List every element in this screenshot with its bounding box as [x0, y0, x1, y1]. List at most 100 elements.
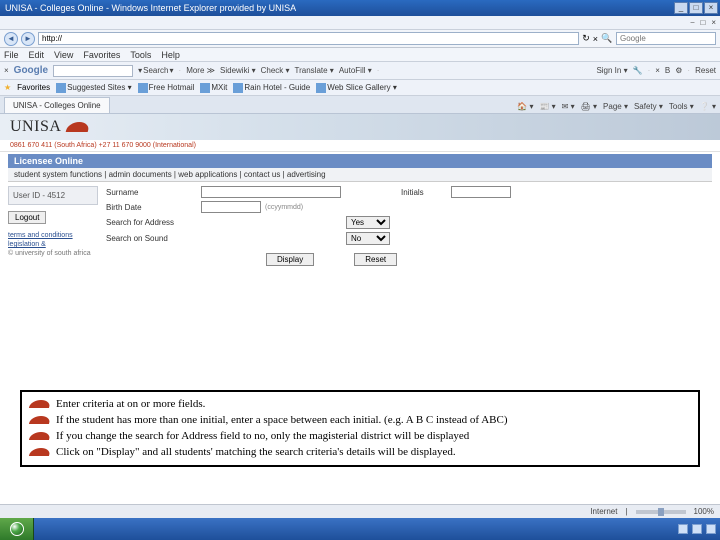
site-icon: [138, 83, 148, 93]
close-button[interactable]: ×: [704, 2, 718, 14]
sub-nav: student system functions | admin documen…: [8, 168, 712, 182]
google-search-button[interactable]: ▾ Search ▾: [138, 66, 173, 75]
toolbar-translate[interactable]: Translate ▾: [295, 66, 334, 75]
fav-rain[interactable]: Rain Hotel - Guide: [233, 83, 310, 93]
menu-edit[interactable]: Edit: [29, 50, 45, 60]
info-min-icon[interactable]: ⎯: [690, 18, 694, 28]
cmd-help[interactable]: ❔ ▾: [700, 102, 716, 111]
maximize-button[interactable]: □: [689, 2, 703, 14]
tray-icon[interactable]: [706, 524, 716, 534]
cmd-home[interactable]: 🏠 ▾: [517, 102, 533, 111]
user-id-box: User ID - 4512: [8, 186, 98, 205]
cmd-print[interactable]: 🖨 ▾: [581, 102, 597, 111]
menu-file[interactable]: File: [4, 50, 19, 60]
toolbar-reset[interactable]: Reset: [695, 66, 716, 75]
forward-button[interactable]: ►: [21, 32, 35, 46]
url-input[interactable]: [38, 32, 579, 45]
system-tray: [678, 524, 720, 534]
select-search-address[interactable]: Yes: [346, 216, 390, 229]
site-icon: [200, 83, 210, 93]
cmd-feeds[interactable]: 📰 ▾: [539, 102, 555, 111]
bullet-icon: [29, 432, 51, 440]
start-button[interactable]: [0, 518, 34, 540]
instruction-box: Enter criteria at on or more fields. If …: [20, 390, 700, 467]
label-search-address: Search for Address: [106, 218, 346, 227]
taskbar: [0, 518, 720, 540]
fav-hotmail[interactable]: Free Hotmail: [138, 83, 195, 93]
swoosh-icon: [66, 122, 91, 132]
cmd-page[interactable]: Page ▾: [603, 102, 628, 111]
cmd-mail[interactable]: ✉ ▾: [562, 102, 575, 111]
copyright: © university of south africa: [8, 250, 98, 257]
bullet-icon: [29, 416, 51, 424]
menu-help[interactable]: Help: [161, 50, 180, 60]
status-divider: |: [625, 507, 627, 516]
toolbar-more[interactable]: More ≫: [186, 66, 215, 75]
link-legislation[interactable]: legislation &: [8, 241, 98, 248]
logout-button[interactable]: Logout: [8, 211, 46, 224]
toolbar-signin[interactable]: Sign In ▾: [596, 66, 627, 75]
menu-tools[interactable]: Tools: [130, 50, 151, 60]
fav-mxit[interactable]: MXit: [200, 83, 227, 93]
toolbar-close-icon[interactable]: ×: [655, 66, 660, 75]
cmd-tools[interactable]: Tools ▾: [669, 102, 694, 111]
fav-webslice[interactable]: Web Slice Gallery ▾: [316, 83, 397, 93]
menu-view[interactable]: View: [54, 50, 73, 60]
label-initials: Initials: [401, 188, 451, 197]
refresh-icon[interactable]: ↻: [582, 33, 590, 44]
minimize-button[interactable]: _: [674, 2, 688, 14]
toolbar-wrench-icon[interactable]: 🔧: [633, 66, 643, 75]
search-icon[interactable]: 🔍: [601, 33, 613, 45]
site-icon: [233, 83, 243, 93]
toolbar-gear-icon[interactable]: ⚙: [675, 66, 682, 75]
window-title: UNISA - Colleges Online - Windows Intern…: [2, 3, 674, 13]
favorites-star-icon[interactable]: ★: [4, 83, 11, 92]
reset-button[interactable]: Reset: [354, 253, 397, 266]
toolbar-sidewiki[interactable]: Sidewiki ▾: [220, 66, 256, 75]
unisa-logo-text: UNISA: [10, 118, 61, 136]
info-bar: ⎯ □ ×: [0, 16, 720, 30]
status-bar: Internet | 100%: [0, 504, 720, 518]
site-icon: [316, 83, 326, 93]
google-toolbar: × Google ▾ Search ▾ · More ≫ Sidewiki ▾ …: [0, 62, 720, 80]
toolbar-bold-icon[interactable]: B: [665, 66, 670, 75]
toolbar-x-icon[interactable]: ×: [4, 66, 9, 75]
google-brand: Google: [14, 65, 48, 76]
favorites-label[interactable]: Favorites: [17, 83, 50, 92]
tray-icon[interactable]: [692, 524, 702, 534]
brand-header: UNISA: [0, 114, 720, 140]
info-close-icon[interactable]: ×: [711, 18, 716, 27]
input-birthdate[interactable]: [201, 201, 261, 213]
toolbar-autofill[interactable]: AutoFill ▾: [339, 66, 372, 75]
toolbar-check[interactable]: Check ▾: [261, 66, 290, 75]
select-search-sound[interactable]: No: [346, 232, 390, 245]
input-surname[interactable]: [201, 186, 341, 198]
back-button[interactable]: ◄: [4, 32, 18, 46]
bullet-icon: [29, 400, 51, 408]
window-titlebar: UNISA - Colleges Online - Windows Intern…: [0, 0, 720, 16]
menu-favorites[interactable]: Favorites: [83, 50, 120, 60]
input-initials[interactable]: [451, 186, 511, 198]
note-2: If the student has more than one initial…: [56, 413, 507, 428]
zoom-slider[interactable]: [636, 510, 686, 514]
google-search-input[interactable]: [53, 65, 133, 77]
label-search-sound: Search on Sound: [106, 234, 346, 243]
tab-active[interactable]: UNISA - Colleges Online: [4, 97, 110, 113]
status-zoom: 100%: [694, 507, 714, 516]
note-4: Click on "Display" and all students' mat…: [56, 445, 456, 460]
info-max-icon[interactable]: □: [700, 18, 705, 27]
display-button[interactable]: Display: [266, 253, 314, 266]
section-header: Licensee Online: [8, 154, 712, 168]
tab-bar: UNISA - Colleges Online 🏠 ▾ 📰 ▾ ✉ ▾ 🖨 ▾ …: [0, 96, 720, 114]
search-form: Surname Initials Birth Date (ccyymmdd) S…: [106, 186, 712, 266]
fav-suggested[interactable]: Suggested Sites ▾: [56, 83, 132, 93]
sub-nav-links[interactable]: student system functions | admin documen…: [14, 170, 326, 179]
link-terms[interactable]: terms and conditions: [8, 232, 98, 239]
toolbar-sep: ·: [179, 66, 182, 75]
cmd-safety[interactable]: Safety ▾: [634, 102, 663, 111]
zoom-thumb[interactable]: [658, 508, 664, 516]
phone-bar: 0861 670 411 (South Africa) +27 11 670 9…: [0, 140, 720, 152]
stop-icon[interactable]: ×: [593, 34, 598, 44]
tray-icon[interactable]: [678, 524, 688, 534]
browser-search-input[interactable]: [616, 32, 716, 45]
